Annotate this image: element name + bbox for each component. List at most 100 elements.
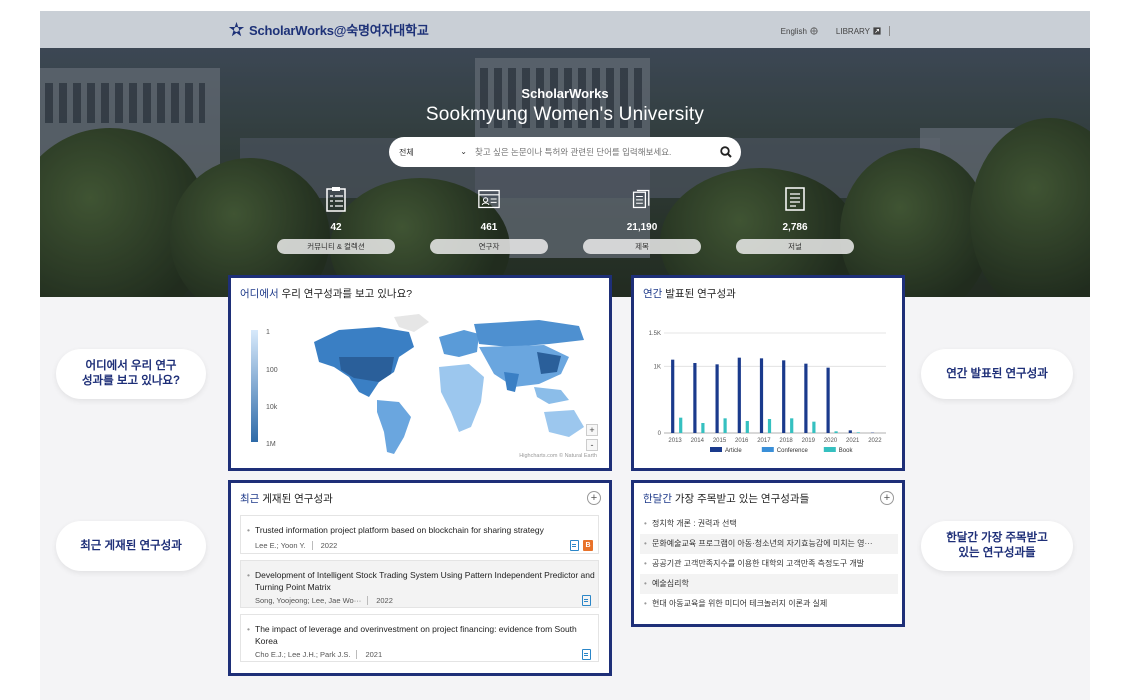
stat-value: 461	[480, 222, 498, 233]
site-logo[interactable]: ScholarWorks@숙명여자대학교	[228, 20, 429, 39]
bubble-map: 어디에서 우리 연구 성과를 보고 있나요?	[56, 349, 206, 399]
stat-value: 42	[330, 222, 342, 233]
fulltext-icon[interactable]	[582, 649, 591, 660]
item-year: 2022	[311, 541, 338, 550]
chevron-down-icon: ⌄	[460, 146, 467, 156]
popular-more-button[interactable]: +	[880, 491, 894, 505]
external-link-icon	[873, 27, 881, 35]
x-tick-label: 2015	[713, 438, 727, 444]
bar-book	[701, 423, 705, 433]
title-rest: 우리 연구성과를 보고 있나요?	[278, 288, 413, 300]
bubble-popular: 한달간 가장 주목받고 있는 연구성과들	[921, 521, 1073, 571]
language-link[interactable]: English	[781, 26, 818, 36]
fulltext-icon[interactable]	[570, 540, 579, 551]
search-button[interactable]	[711, 137, 741, 167]
recent-card-title: 최근 게재된 연구성과	[240, 491, 333, 506]
item-authors: Song, Yoojeong; Lee, Jae Wo···	[255, 596, 362, 605]
title-highlight: 어디에서	[240, 288, 279, 300]
bar-book	[790, 418, 794, 433]
researcher-card-icon	[478, 189, 500, 209]
logo-text: ScholarWorks@숙명여자대학교	[249, 23, 429, 38]
x-tick-label: 2017	[757, 438, 771, 444]
title-highlight: 한달간	[643, 493, 672, 505]
bookmark-icon[interactable]: B	[583, 540, 593, 551]
recent-card: 최근 게재된 연구성과 + Trusted information projec…	[228, 480, 612, 676]
library-link[interactable]: LIBRARY	[836, 26, 881, 36]
clipboard-icon	[326, 187, 346, 212]
popular-card-title: 한달간 가장 주목받고 있는 연구성과들	[643, 491, 809, 506]
x-tick-label: 2014	[691, 438, 705, 444]
annual-bar-chart: 0 1K 1.5K 2013 2014 2015 2016 2017 2018 2019 2020 2…	[649, 331, 886, 454]
bar-book	[812, 421, 816, 433]
popular-item[interactable]: 예술심리학	[640, 574, 898, 594]
bar-article	[759, 358, 764, 433]
map-region-africa	[439, 364, 484, 432]
legend-label: 10k	[266, 404, 278, 411]
x-tick-label: 2022	[868, 438, 882, 444]
popular-item[interactable]: 현대 아동교육을 위한 미디어 테크놀러지 이론과 실제	[640, 594, 898, 614]
x-tick-label: 2016	[735, 438, 749, 444]
legend-label: Conference	[777, 448, 809, 454]
zoom-in-button[interactable]: +	[586, 424, 598, 436]
bar-article	[782, 360, 786, 433]
popular-item[interactable]: 정치학 개론 : 권력과 선택	[640, 514, 898, 534]
stat-communities[interactable]: 42 커뮤니티 & 컬렉션	[277, 186, 395, 254]
recent-more-button[interactable]: +	[587, 491, 601, 505]
world-map[interactable]	[299, 312, 599, 462]
bar-book	[856, 432, 860, 433]
legend-swatch	[761, 447, 774, 452]
map-region-europe	[439, 330, 479, 357]
recent-item[interactable]: Development of Intelligent Stock Trading…	[240, 560, 599, 608]
map-region-india	[504, 372, 519, 392]
popular-card: 한달간 가장 주목받고 있는 연구성과들 + 정치학 개론 : 권력과 선택 문…	[631, 480, 905, 627]
popular-item[interactable]: 공공기관 고객만족지수를 이용한 대학의 고객만족 측정도구 개발	[640, 554, 898, 574]
item-title[interactable]: Trusted information project platform bas…	[247, 524, 595, 536]
zoom-out-button[interactable]: -	[586, 439, 598, 451]
search-input[interactable]	[473, 147, 711, 157]
legend-swatch	[710, 447, 722, 452]
bar-article	[848, 430, 852, 433]
popular-item[interactable]: 문화예술교육 프로그램이 아동·청소년의 자기효능감에 미치는 영···	[640, 534, 898, 554]
stat-titles[interactable]: 21,190 제목	[583, 186, 701, 254]
journal-icon	[785, 187, 805, 211]
bar-article	[737, 357, 741, 433]
logo-star-icon	[228, 21, 245, 37]
legend-label: Book	[839, 448, 854, 454]
search-scope-select[interactable]: 전체 ⌄	[389, 147, 473, 158]
recent-item[interactable]: Trusted information project platform bas…	[240, 515, 599, 554]
search-scope-value: 전체	[399, 147, 414, 157]
map-region-russia	[474, 320, 584, 347]
stat-label: 연구자	[430, 239, 548, 254]
search-icon	[720, 146, 732, 158]
item-meta: Song, Yoojeong; Lee, Jae Wo··· 2022	[255, 596, 393, 605]
item-year: 2021	[356, 650, 383, 659]
stat-label: 저널	[736, 239, 854, 254]
item-authors: Cho E.J.; Lee J.H.; Park J.S.	[255, 650, 351, 659]
top-links: English LIBRARY	[781, 26, 890, 36]
stat-researchers[interactable]: 461 연구자	[430, 186, 548, 254]
map-legend-bar	[251, 330, 258, 442]
bar-book	[723, 418, 727, 433]
recent-item[interactable]: The impact of leverage and overinvestmen…	[240, 614, 599, 662]
x-tick-label: 2013	[668, 438, 682, 444]
bubble-annual: 연간 발표된 연구성과	[921, 349, 1073, 399]
fulltext-icon[interactable]	[582, 595, 591, 606]
bar-book	[767, 419, 772, 433]
item-meta: Cho E.J.; Lee J.H.; Park J.S. 2021	[255, 650, 383, 659]
map-region-greenland	[394, 314, 429, 332]
map-card: 어디에서 우리 연구성과를 보고 있나요? 1 100 10k 1M + - H…	[228, 275, 612, 471]
hero-banner: ScholarWorks Sookmyung Women's Universit…	[40, 48, 1090, 297]
bar-book	[679, 417, 683, 433]
hero-title: Sookmyung Women's University	[425, 104, 705, 125]
item-title[interactable]: The impact of leverage and overinvestmen…	[247, 623, 595, 647]
item-title[interactable]: Development of Intelligent Stock Trading…	[247, 569, 595, 593]
stat-journals[interactable]: 2,786 저널	[736, 186, 854, 254]
bubble-recent: 최근 게재된 연구성과	[56, 521, 206, 571]
title-rest: 게재된 연구성과	[259, 493, 333, 505]
globe-icon	[810, 27, 818, 35]
hero-subtitle: ScholarWorks	[521, 86, 609, 101]
x-tick-label: 2021	[846, 438, 860, 444]
legend-label: Article	[725, 448, 742, 454]
item-authors: Lee E.; Yoon Y.	[255, 541, 306, 550]
bar-book	[745, 421, 749, 433]
